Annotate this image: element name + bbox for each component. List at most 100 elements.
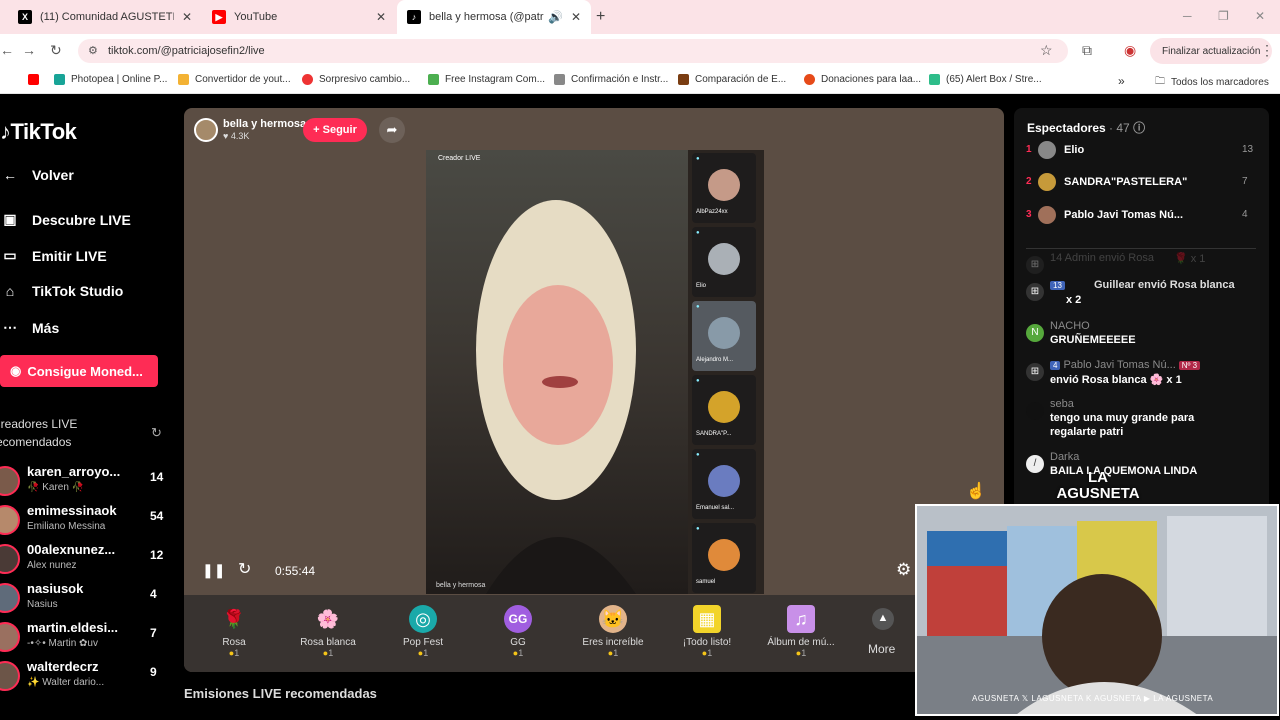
video-frame[interactable]: Creador LIVE bella y hermosa ● AlbPaz24xx… bbox=[426, 150, 764, 594]
nav-discover-live[interactable]: ▣ Descubre LIVE bbox=[0, 211, 130, 228]
bookmark-confirmacion[interactable]: Confirmación e Instr... bbox=[554, 74, 668, 85]
reload-stream-icon[interactable]: ↻ bbox=[238, 559, 251, 579]
reload-icon[interactable]: ↻ bbox=[50, 42, 62, 59]
chat-user[interactable]: seba bbox=[1050, 398, 1074, 410]
bookmark-youtube[interactable] bbox=[28, 74, 45, 85]
gift-item[interactable]: 🌸 Rosa blanca ●1 bbox=[288, 605, 368, 658]
viewers-title[interactable]: Espectadores · 47 ⓘ bbox=[1027, 119, 1145, 136]
chat-text-extra: x 2 bbox=[1066, 294, 1082, 306]
creator-item[interactable]: emimessinaok Emiliano Messina 54 bbox=[0, 501, 170, 537]
guest-tile[interactable]: ● samuel bbox=[692, 523, 756, 593]
follow-button[interactable]: + Seguir bbox=[303, 118, 367, 142]
pause-icon[interactable]: ❚❚ bbox=[202, 562, 225, 579]
creator-item[interactable]: martin.eldesi... -•✧• Martin ✿uv 7 bbox=[0, 618, 170, 654]
creator-item[interactable]: nasiusok Nasius 4 bbox=[0, 579, 170, 615]
guest-tile[interactable]: ● AlbPaz24xx bbox=[692, 153, 756, 223]
refresh-icon[interactable]: ↻ bbox=[151, 425, 162, 441]
viewer-count: 4 bbox=[150, 587, 157, 601]
bookmark-donaciones[interactable]: Donaciones para laa... bbox=[804, 74, 921, 85]
site-info-icon[interactable]: ⚙ bbox=[88, 44, 98, 57]
speaker-icon[interactable]: 🔊 bbox=[548, 10, 563, 24]
browser-tab-strip: X (11) Comunidad AGUSTETISMO ✕ ▶ YouTube… bbox=[0, 0, 1280, 34]
bookmark-sorpresivo[interactable]: Sorpresivo cambio... bbox=[302, 74, 410, 85]
chat-text: Guillear envió Rosa blanca bbox=[1094, 279, 1235, 291]
rank-badge: Nº 3 bbox=[1178, 361, 1201, 370]
host-name[interactable]: bella y hermosa bbox=[223, 118, 306, 130]
gift-item[interactable]: ◎ Pop Fest ●1 bbox=[383, 605, 463, 658]
close-icon[interactable]: ✕ bbox=[182, 10, 192, 24]
avatar bbox=[0, 622, 20, 652]
level-badge: 13 bbox=[1050, 281, 1065, 290]
all-bookmarks[interactable]: 🗀 Todos los marcadores bbox=[1155, 74, 1269, 91]
chevron-up-icon[interactable]: ▲ bbox=[872, 608, 894, 630]
bookmark-label: Sorpresivo cambio... bbox=[319, 74, 411, 85]
close-icon[interactable]: ✕ bbox=[376, 10, 386, 24]
nav-more[interactable]: ⋯ Más bbox=[0, 319, 59, 336]
guest-tile[interactable]: ● Alejandro M... bbox=[692, 301, 756, 371]
guest-tile[interactable]: ● Emanuel sal... bbox=[692, 449, 756, 519]
bookmark-convertidor[interactable]: Convertidor de yout... bbox=[178, 74, 291, 85]
gift-item[interactable]: ▦ ¡Todo listo! ●1 bbox=[667, 605, 747, 658]
stage-label: Creador LIVE bbox=[438, 155, 481, 162]
top-viewer[interactable]: 3 Pablo Javi Tomas Nú... 4 bbox=[1014, 205, 1269, 229]
guest-tile[interactable]: ● Elio bbox=[692, 227, 756, 297]
chat-user[interactable]: NACHO bbox=[1050, 320, 1090, 332]
update-button[interactable]: Finalizar actualización bbox=[1150, 38, 1273, 64]
avatar bbox=[708, 391, 740, 423]
chat-user[interactable]: Pablo Javi Tomas Nú... bbox=[1063, 359, 1175, 371]
more-bookmarks-icon[interactable]: » bbox=[1118, 74, 1125, 88]
extensions-icon[interactable]: ⧉ bbox=[1082, 42, 1092, 59]
info-icon[interactable]: ⓘ bbox=[1133, 121, 1145, 135]
chat-user[interactable]: Darka bbox=[1050, 451, 1079, 463]
creator-item[interactable]: 00alexnunez... Alex nunez 12 bbox=[0, 540, 170, 576]
viewer-name: Pablo Javi Tomas Nú... bbox=[1064, 209, 1183, 221]
settings-icon[interactable]: ⚙ bbox=[896, 560, 911, 580]
menu-icon[interactable]: ⋮ bbox=[1260, 42, 1274, 59]
tab-youtube[interactable]: ▶ YouTube ✕ bbox=[202, 0, 396, 34]
minimize-icon[interactable]: ─ bbox=[1183, 9, 1192, 23]
bookmark-alertbox[interactable]: (65) Alert Box / Stre... bbox=[929, 74, 1042, 85]
gift-item[interactable]: 🌹 Rosa ●1 bbox=[194, 605, 274, 658]
gift-item[interactable]: GG GG ●1 bbox=[478, 605, 558, 658]
nav-tiktok-studio[interactable]: ⌂ TikTok Studio bbox=[0, 283, 124, 299]
agusneta-logo: LA AGUSNETA bbox=[1056, 470, 1140, 530]
nav-back[interactable]: ← Volver bbox=[0, 167, 74, 183]
tiktok-logo[interactable]: ♪TikTok bbox=[0, 119, 77, 145]
forward-icon[interactable]: → bbox=[22, 42, 36, 58]
share-icon[interactable]: ➦ bbox=[379, 117, 405, 143]
bookmark-comparacion[interactable]: Comparación de E... bbox=[678, 74, 786, 85]
bookmarks-bar: Photopea | Online P... Convertidor de yo… bbox=[0, 68, 1280, 94]
bookmark-instagram[interactable]: Free Instagram Com... bbox=[428, 74, 545, 85]
top-viewer[interactable]: 1 Elio 13 bbox=[1014, 140, 1269, 164]
bookmark-photopea[interactable]: Photopea | Online P... bbox=[54, 74, 167, 85]
instagram-tool-icon bbox=[428, 74, 439, 85]
gift-item[interactable]: ♫ Álbum de mú... ●1 bbox=[761, 605, 841, 658]
creator-item[interactable]: karen_arroyo... 🥀 Karen 🥀 14 bbox=[0, 462, 170, 498]
live-player[interactable]: bella y hermosa ♥ 4.3K + Seguir ➦ Creado… bbox=[184, 108, 1004, 672]
tab-tiktok[interactable]: ♪ bella y hermosa (@patriciaj 🔊 ✕ bbox=[397, 0, 591, 34]
bookmark-star-icon[interactable]: ☆ bbox=[1040, 42, 1053, 59]
tiktok-note-icon: ♪ bbox=[0, 119, 11, 144]
guest-status-icon: ● bbox=[696, 304, 700, 310]
avatar bbox=[0, 661, 20, 691]
get-coins-button[interactable]: ◉ Consigue Moned... bbox=[0, 355, 158, 387]
viewer-rank: 1 bbox=[1026, 144, 1032, 155]
back-icon[interactable]: ← bbox=[0, 42, 14, 58]
address-bar[interactable]: ⚙ tiktok.com/@patriciajosefin2/live ☆ bbox=[78, 39, 1068, 63]
gift-more-button[interactable]: More bbox=[868, 642, 895, 656]
maximize-icon[interactable]: ❐ bbox=[1218, 9, 1229, 23]
host-avatar[interactable] bbox=[194, 118, 218, 142]
tab-twitter[interactable]: X (11) Comunidad AGUSTETISMO ✕ bbox=[8, 0, 202, 34]
gift-item[interactable]: 🐱 Eres increíble ●1 bbox=[573, 605, 653, 658]
new-tab-icon[interactable]: + bbox=[596, 8, 605, 26]
guest-tile[interactable]: ● SANDRA"P... bbox=[692, 375, 756, 445]
creator-item[interactable]: walterdecrz ✨ Walter dario... 9 bbox=[0, 657, 170, 693]
nav-go-live[interactable]: ▭ Emitir LIVE bbox=[0, 247, 106, 264]
gift-price: ●1 bbox=[573, 648, 653, 658]
profile-icon[interactable]: ◉ bbox=[1124, 42, 1136, 59]
avatar bbox=[1038, 173, 1056, 191]
close-icon[interactable]: ✕ bbox=[571, 10, 581, 24]
window-close-icon[interactable]: ✕ bbox=[1255, 9, 1265, 23]
guest-status-icon: ● bbox=[696, 156, 700, 162]
top-viewer[interactable]: 2 SANDRA"PASTELERA" 7 bbox=[1014, 172, 1269, 196]
